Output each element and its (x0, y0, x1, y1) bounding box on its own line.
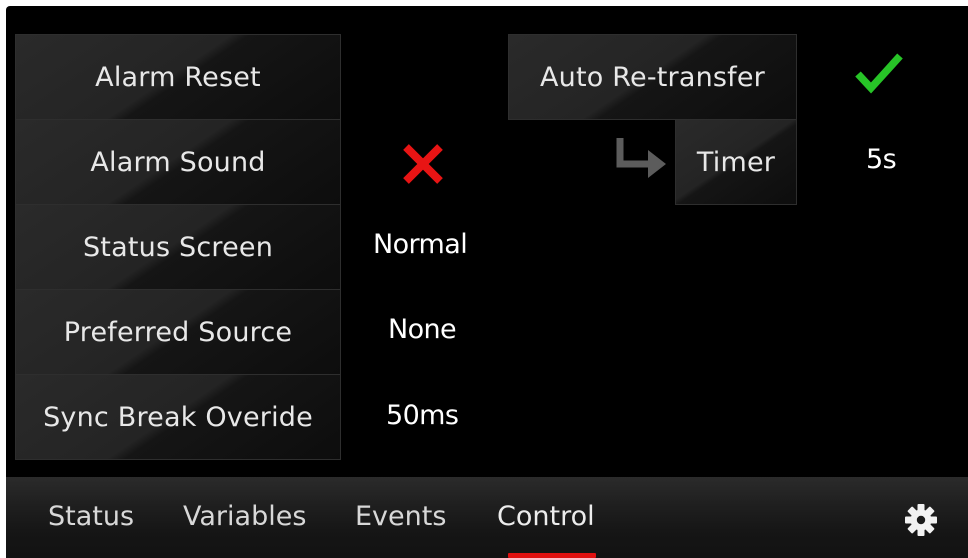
alarm-reset-button[interactable]: Alarm Reset (15, 34, 341, 120)
sync-break-overide-button[interactable]: Sync Break Overide (15, 374, 341, 460)
x-icon (400, 141, 446, 191)
check-icon (854, 50, 904, 100)
gear-icon[interactable] (904, 503, 938, 541)
tab-control[interactable]: Control (497, 501, 595, 532)
status-screen-value: Normal (373, 229, 468, 260)
control-screen: Alarm Reset Alarm Sound Status Screen Pr… (6, 6, 968, 558)
preferred-source-value: None (388, 314, 457, 345)
timer-button[interactable]: Timer (675, 119, 797, 205)
status-screen-button[interactable]: Status Screen (15, 204, 341, 290)
preferred-source-button[interactable]: Preferred Source (15, 289, 341, 375)
tab-variables[interactable]: Variables (183, 501, 306, 532)
tab-status[interactable]: Status (48, 501, 134, 532)
active-tab-indicator (508, 553, 596, 558)
bottom-nav: Status Variables Events Control (6, 477, 968, 558)
tab-events[interactable]: Events (355, 501, 446, 532)
timer-value: 5s (866, 144, 897, 175)
sub-arrow-icon (616, 136, 668, 186)
sync-break-value: 50ms (386, 400, 459, 431)
alarm-sound-button[interactable]: Alarm Sound (15, 119, 341, 205)
auto-retransfer-button[interactable]: Auto Re-transfer (508, 34, 797, 120)
